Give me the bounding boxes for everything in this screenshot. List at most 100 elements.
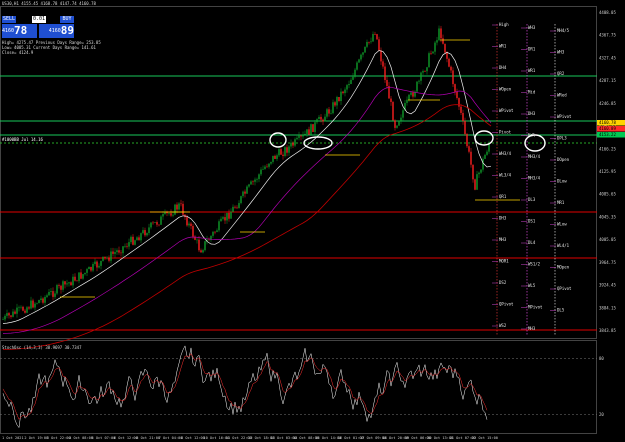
candle-body: [244, 191, 246, 194]
candle-body: [254, 179, 256, 182]
candle-body: [198, 239, 200, 251]
chart-canvas[interactable]: 4408.054367.754327.454287.154246.854206.…: [0, 0, 625, 442]
time-axis-label: 8 Oct 12:00: [181, 436, 205, 440]
pivot-level-label: DH4: [499, 65, 507, 70]
price-axis-label: 3964.75: [599, 260, 616, 265]
pivot-level-label: MOpen: [557, 265, 570, 270]
sell-price[interactable]: 416078: [2, 24, 37, 38]
pivot-level-label: Pivot: [499, 130, 512, 135]
time-axis-label: 1 Oct 2021: [2, 436, 24, 440]
candle-body: [364, 46, 366, 53]
candle-body: [14, 311, 16, 314]
pivot-level-label: WS1/2: [528, 262, 541, 267]
candle-body: [438, 28, 440, 41]
candle-body: [188, 223, 190, 226]
candle-body: [464, 120, 466, 135]
candle-body: [60, 285, 62, 290]
pivot-level-label: QR1: [499, 194, 507, 199]
pivot-level-label: QPivot: [499, 302, 514, 307]
candle-body: [268, 163, 270, 167]
candle-body: [436, 40, 438, 43]
candle-body: [248, 184, 250, 187]
candle-body: [8, 313, 10, 316]
candle-body: [50, 291, 52, 292]
candle-body: [12, 311, 14, 317]
oscillator-title: StochOsc (14,3,3) 38.9697 30.7347: [2, 345, 82, 350]
buy-button[interactable]: BUY: [60, 16, 74, 23]
candle-body: [150, 222, 152, 228]
time-axis-label: 7 Oct 04:00: [159, 436, 183, 440]
candle-body: [376, 34, 378, 40]
candle-body: [152, 222, 154, 224]
candle-body: [102, 256, 104, 261]
candle-body: [256, 179, 258, 180]
candle-body: [82, 274, 84, 279]
pivot-level-label: WR1: [528, 68, 536, 73]
candle-body: [278, 149, 280, 156]
pivot-level-label: MH3/4: [528, 176, 541, 181]
candle-body: [338, 96, 340, 101]
pivot-level-label: WPivot: [557, 114, 572, 119]
candle-body: [358, 59, 360, 63]
candle-body: [118, 250, 120, 253]
candle-body: [456, 91, 458, 99]
candle-body: [170, 213, 172, 216]
candle-body: [38, 300, 40, 304]
price-axis-label: 4287.15: [599, 78, 616, 83]
pivot-level-label: WOpen: [499, 87, 512, 92]
candle-body: [468, 146, 470, 152]
pivot-level-label: DL5: [557, 308, 565, 313]
candle-body: [186, 217, 188, 226]
pivot-level-label: QR2: [557, 71, 565, 76]
candle-body: [26, 307, 28, 313]
candle-body: [360, 54, 362, 60]
candle-body: [354, 69, 356, 77]
candle-body: [478, 172, 480, 175]
price-axis-label: 4327.45: [599, 55, 616, 60]
candle-body: [314, 122, 316, 132]
buy-price[interactable]: 416089: [39, 24, 74, 38]
candle-body: [290, 142, 292, 147]
price-axis-label: 4246.85: [599, 101, 616, 106]
candle-body: [252, 181, 254, 183]
candle-body: [342, 91, 344, 94]
candle-body: [442, 38, 444, 44]
price-axis-label: 3843.85: [599, 328, 616, 333]
candle-body: [374, 34, 376, 35]
candle-body: [54, 293, 56, 297]
candle-body: [182, 203, 184, 215]
candle-body: [90, 266, 92, 271]
candle-body: [218, 221, 220, 231]
candle-body: [298, 135, 300, 138]
price-axis-label: 3924.45: [599, 283, 616, 288]
candle-body: [406, 99, 408, 103]
candle-body: [2, 319, 4, 320]
candle-body: [366, 41, 368, 47]
lot-size-input[interactable]: 0.01: [32, 16, 46, 23]
candle-body: [400, 117, 402, 121]
candle-body: [88, 266, 90, 270]
candle-body: [180, 203, 182, 205]
candle-body: [108, 257, 110, 261]
candle-body: [246, 186, 248, 194]
candle-body: [394, 120, 396, 128]
pivot-level-label: MOR1: [499, 259, 509, 264]
sell-button[interactable]: SELL: [2, 16, 16, 23]
candle-body: [350, 79, 352, 85]
price-axis-label: 4085.65: [599, 192, 616, 197]
candle-body: [320, 116, 322, 120]
candle-body: [192, 225, 194, 237]
candle-body: [480, 169, 482, 173]
candle-body: [226, 212, 228, 221]
candle-body: [302, 134, 304, 137]
candle-body: [396, 125, 398, 128]
pivot-level-label: WRed: [557, 93, 567, 98]
candle-body: [20, 306, 22, 308]
candle-body: [176, 204, 178, 210]
candle-body: [386, 80, 388, 86]
pivot-level-label: Mid: [528, 90, 536, 95]
candle-body: [110, 251, 112, 261]
level-label: #1000BB Jul 14.16: [2, 137, 44, 142]
pivot-level-label: MH3/4: [528, 154, 541, 159]
candle-body: [304, 133, 306, 135]
